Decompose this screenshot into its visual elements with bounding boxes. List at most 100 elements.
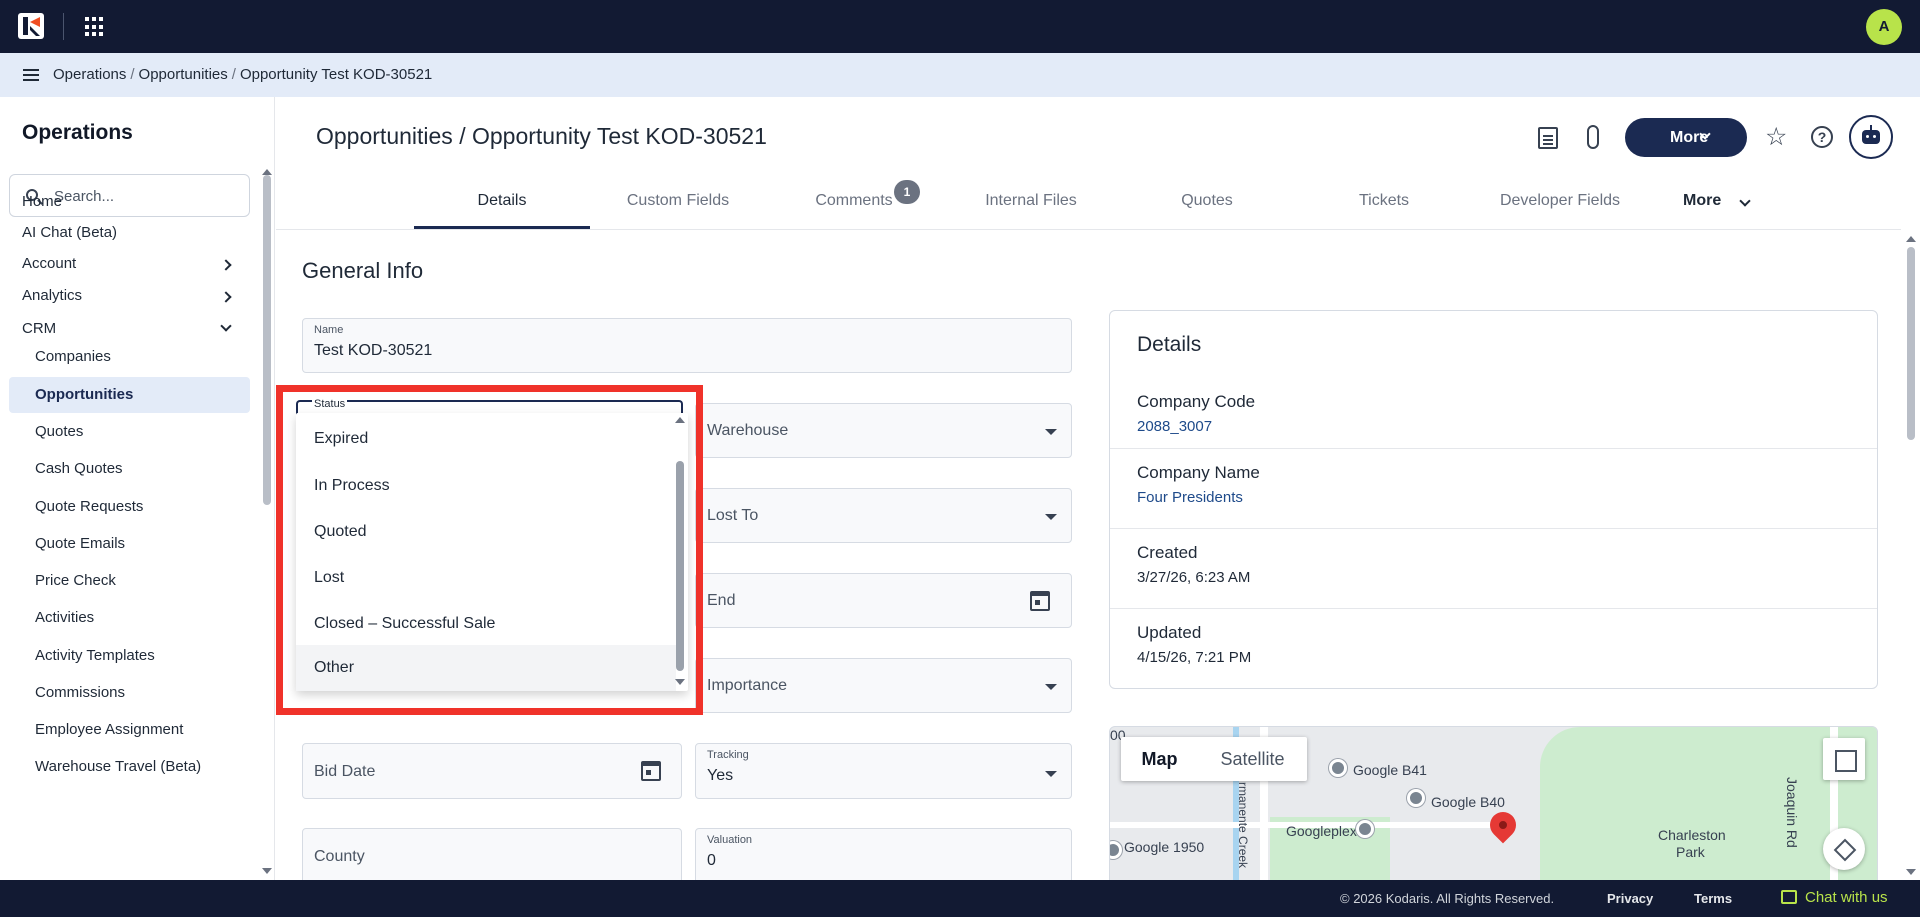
sidebar-item-companies[interactable]: Companies [9, 339, 250, 375]
sidebar-item-quote-emails[interactable]: Quote Emails [9, 526, 250, 562]
detail-value: 4/15/26, 7:21 PM [1137, 649, 1252, 666]
breadcrumb-item-opportunities[interactable]: Opportunities [139, 66, 228, 83]
sidebar-item-employee-assignment[interactable]: Employee Assignment [9, 712, 250, 748]
scroll-up-arrow[interactable] [1906, 236, 1916, 242]
breadcrumb-item-operations[interactable]: Operations [53, 66, 126, 83]
tab-developer-fields[interactable]: Developer Fields [1472, 180, 1648, 229]
chevron-right-icon[interactable] [220, 259, 232, 271]
attachment-icon[interactable] [1587, 125, 1599, 149]
comments-count-badge: 1 [894, 180, 920, 204]
sidebar-item-account[interactable]: Account [22, 255, 76, 272]
map-pan-control-icon[interactable] [1823, 828, 1865, 870]
sidebar-scrollbar[interactable] [263, 175, 271, 505]
page-title: Opportunities / Opportunity Test KOD-305… [316, 123, 767, 149]
main-scrollbar[interactable] [1907, 247, 1915, 440]
sidebar-item-home[interactable]: Home [22, 193, 62, 210]
copyright-text: © 2026 Kodaris. All Rights Reserved. [1340, 891, 1555, 906]
tab-tickets[interactable]: Tickets [1296, 180, 1472, 229]
map-tab-satellite[interactable]: Satellite [1198, 737, 1307, 781]
lost-to-placeholder: Lost To [707, 507, 759, 524]
tracking-select[interactable]: Tracking Yes [695, 743, 1072, 799]
bid-date-field[interactable]: Bid Date [302, 743, 682, 799]
caret-down-icon [1045, 684, 1057, 690]
map-poi-icon[interactable] [1356, 820, 1374, 838]
county-field[interactable]: County [302, 828, 682, 884]
status-option-expired[interactable]: Expired [296, 416, 676, 462]
help-icon[interactable]: ? [1811, 126, 1833, 148]
privacy-link[interactable]: Privacy [1607, 891, 1653, 906]
map-poi-icon[interactable] [1329, 759, 1347, 777]
calendar-icon[interactable] [1030, 591, 1050, 611]
name-field[interactable]: Name Test KOD-30521 [302, 318, 1072, 373]
warehouse-placeholder: Warehouse [707, 422, 789, 439]
apps-grid-icon[interactable] [85, 17, 105, 37]
status-option-closed-successful[interactable]: Closed – Successful Sale [296, 601, 676, 647]
fullscreen-icon[interactable] [1823, 738, 1865, 780]
user-avatar[interactable]: A [1866, 9, 1902, 45]
map-label: Park [1676, 844, 1705, 860]
detail-row-company-name: Company Name Four Presidents [1110, 448, 1877, 528]
sidebar-item-ai-chat[interactable]: AI Chat (Beta) [22, 224, 117, 241]
sidebar-item-activities[interactable]: Activities [9, 600, 250, 636]
status-option-other[interactable]: Other [296, 645, 676, 691]
chevron-down-icon[interactable] [220, 320, 232, 332]
tab-custom-fields[interactable]: Custom Fields [590, 180, 766, 229]
scroll-down-arrow[interactable] [1906, 869, 1916, 875]
detail-label: Company Code [1137, 392, 1256, 411]
map-poi-icon[interactable] [1110, 841, 1122, 859]
status-option-in-process[interactable]: In Process [296, 463, 676, 509]
tab-bar: Details Custom Fields Comments Internal … [276, 180, 1901, 230]
end-date-field[interactable]: End [695, 573, 1072, 628]
map-label: Google B41 [1353, 762, 1427, 778]
sidebar-item-activity-templates[interactable]: Activity Templates [9, 638, 250, 674]
valuation-field[interactable]: Valuation 0 [695, 828, 1072, 884]
company-name-link[interactable]: Four Presidents [1137, 489, 1243, 506]
ai-assistant-button[interactable] [1849, 115, 1893, 159]
lost-to-select[interactable]: Lost To [695, 488, 1072, 543]
sidebar-item-quotes[interactable]: Quotes [9, 414, 250, 450]
status-option-quoted[interactable]: Quoted [296, 509, 676, 555]
sidebar-item-cash-quotes[interactable]: Cash Quotes [9, 451, 250, 487]
breadcrumb-separator: / [231, 66, 236, 83]
tab-more[interactable]: More [1683, 180, 1721, 222]
detail-row-updated: Updated 4/15/26, 7:21 PM [1110, 608, 1877, 688]
star-icon[interactable]: ☆ [1765, 124, 1787, 150]
location-map[interactable]: 00 Map Satellite Google B41 Google B40 G… [1109, 726, 1878, 881]
scroll-up-arrow[interactable] [675, 417, 685, 423]
calendar-icon[interactable] [641, 761, 661, 781]
tab-quotes[interactable]: Quotes [1119, 180, 1295, 229]
dropdown-scrollbar[interactable] [676, 461, 684, 671]
status-label: Status [312, 398, 348, 410]
sidebar-item-crm[interactable]: CRM [22, 320, 56, 337]
map-type-control: Map Satellite [1121, 737, 1307, 781]
chat-with-us-link[interactable]: Chat with us [1805, 889, 1888, 906]
terms-link[interactable]: Terms [1694, 891, 1732, 906]
chat-icon[interactable] [1781, 890, 1797, 904]
tab-details[interactable]: Details [414, 180, 590, 229]
sidebar-item-commissions[interactable]: Commissions [9, 675, 250, 711]
status-option-lost[interactable]: Lost [296, 555, 676, 601]
menu-icon[interactable] [23, 69, 39, 81]
warehouse-select[interactable]: Warehouse [695, 403, 1072, 458]
breadcrumb-separator: / [130, 66, 135, 83]
sidebar-item-analytics[interactable]: Analytics [22, 287, 82, 304]
importance-select[interactable]: Importance [695, 658, 1072, 713]
tab-internal-files[interactable]: Internal Files [943, 180, 1119, 229]
scroll-down-arrow[interactable] [675, 679, 685, 685]
map-tab-map[interactable]: Map [1121, 737, 1198, 781]
end-placeholder: End [707, 592, 736, 609]
chevron-right-icon[interactable] [220, 291, 232, 303]
map-poi-icon[interactable] [1407, 789, 1425, 807]
more-button[interactable]: More [1625, 118, 1747, 157]
scroll-down-arrow[interactable] [262, 868, 272, 874]
sidebar-item-quote-requests[interactable]: Quote Requests [9, 489, 250, 525]
sidebar-item-warehouse-travel[interactable]: Warehouse Travel (Beta) [9, 749, 250, 785]
robot-icon [1862, 125, 1880, 144]
search-input[interactable] [54, 185, 244, 207]
sidebar-item-opportunities[interactable]: Opportunities [9, 377, 250, 413]
kodaris-logo[interactable] [18, 13, 44, 39]
add-note-icon[interactable] [1538, 127, 1558, 149]
sidebar-item-price-check[interactable]: Price Check [9, 563, 250, 599]
company-code-link[interactable]: 2088_3007 [1137, 418, 1212, 435]
footer: © 2026 Kodaris. All Rights Reserved. Pri… [0, 880, 1920, 917]
